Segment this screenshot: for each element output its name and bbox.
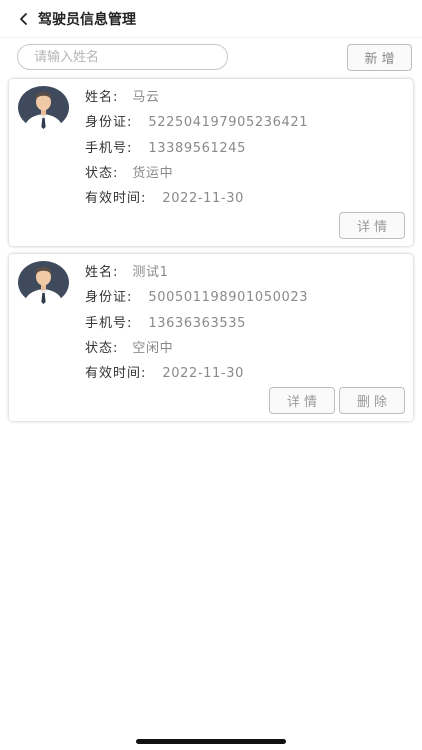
avatar [18,261,69,304]
page-title: 驾驶员信息管理 [38,11,136,28]
phone-value: 13389561245 [148,140,246,156]
driver-card: 姓名: 测试1 身份证: 500501198901050023 手机号: 136… [9,254,413,421]
status-label: 状态: [85,165,119,181]
valid-value: 2022-11-30 [162,366,244,382]
status-value: 货运中 [132,165,174,181]
search-input[interactable] [17,44,228,70]
id-row: 身份证: 500501198901050023 [85,288,308,313]
id-value: 500501198901050023 [148,290,309,306]
status-row: 状态: 空闲中 [85,339,308,364]
valid-label: 有效时间: [85,366,147,382]
name-label: 姓名: [85,265,119,280]
detail-button[interactable]: 详情 [269,387,335,414]
home-indicator [136,739,286,744]
driver-info: 姓名: 测试1 身份证: 500501198901050023 手机号: 136… [85,263,308,389]
status-row: 状态: 货运中 [85,164,308,189]
valid-row: 有效时间: 2022-11-30 [85,364,308,389]
driver-info: 姓名: 马云 身份证: 522504197905236421 手机号: 1338… [85,88,308,214]
id-row: 身份证: 522504197905236421 [85,113,308,138]
valid-row: 有效时间: 2022-11-30 [85,189,308,214]
detail-button[interactable]: 详情 [339,212,405,239]
status-value: 空闲中 [132,340,174,356]
back-button[interactable] [12,0,36,38]
delete-button[interactable]: 删除 [339,387,405,414]
phone-value: 13636363535 [148,315,246,331]
driver-management-page: 驾驶员信息管理 新增 姓名: 马云 身份证: 5225041979052 [0,0,422,750]
phone-row: 手机号: 13636363535 [85,314,308,339]
valid-label: 有效时间: [85,191,147,207]
driver-card: 姓名: 马云 身份证: 522504197905236421 手机号: 1338… [9,79,413,246]
id-label: 身份证: [85,290,133,306]
name-row: 姓名: 马云 [85,88,308,113]
chevron-left-icon [20,12,27,25]
name-row: 姓名: 测试1 [85,263,308,288]
search-row: 新增 [0,44,422,72]
name-value: 测试1 [132,265,169,280]
phone-row: 手机号: 13389561245 [85,139,308,164]
header-bar: 驾驶员信息管理 [0,0,422,38]
id-label: 身份证: [85,115,133,131]
avatar [18,86,69,129]
phone-label: 手机号: [85,140,133,156]
id-value: 522504197905236421 [148,115,309,131]
phone-label: 手机号: [85,315,133,331]
add-button[interactable]: 新增 [347,44,412,71]
name-value: 马云 [132,90,160,105]
status-label: 状态: [85,340,119,356]
valid-value: 2022-11-30 [162,191,244,207]
name-label: 姓名: [85,90,119,105]
